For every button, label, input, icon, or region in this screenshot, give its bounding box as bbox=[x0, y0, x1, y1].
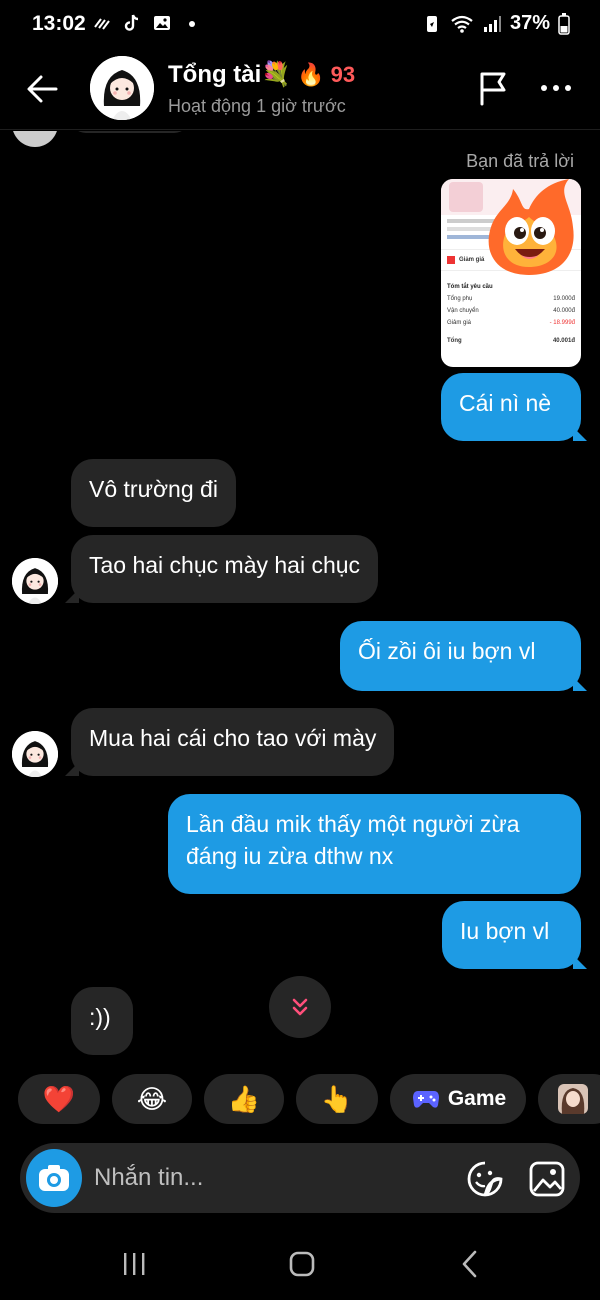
game-label: Game bbox=[447, 1087, 507, 1110]
flag-icon bbox=[480, 72, 506, 106]
arrow-left-icon bbox=[27, 75, 58, 103]
more-dots-icon bbox=[541, 85, 571, 91]
girl-avatar-icon bbox=[12, 558, 58, 604]
sticker-button[interactable] bbox=[466, 1160, 504, 1198]
reaction-heart-button[interactable]: ❤️ bbox=[18, 1074, 100, 1124]
back-nav-button[interactable] bbox=[450, 1246, 490, 1282]
contact-mini-avatar bbox=[12, 131, 58, 147]
double-chevron-down-icon bbox=[292, 998, 308, 1016]
system-navigation-bar bbox=[0, 1228, 600, 1300]
incoming-message[interactable]: Tao hai chục mày hai chục bbox=[71, 535, 379, 603]
camera-icon bbox=[39, 1165, 69, 1191]
signal-icon bbox=[483, 15, 501, 32]
streak-count: 93 bbox=[330, 61, 356, 87]
status-bar: 13:02 37% bbox=[0, 0, 600, 50]
camera-button[interactable] bbox=[26, 1149, 82, 1207]
contact-mini-avatar[interactable] bbox=[12, 731, 58, 777]
incoming-message[interactable]: Mua hai cái cho tao với mày bbox=[71, 708, 395, 776]
contact-avatar[interactable] bbox=[90, 56, 154, 120]
reaction-laugh-button[interactable]: 😂 bbox=[112, 1074, 192, 1124]
streak-fire-icon: 🔥 bbox=[297, 61, 325, 87]
game-button[interactable]: Game bbox=[390, 1074, 526, 1124]
chevron-left-icon bbox=[462, 1250, 477, 1278]
battery-percentage: 37% bbox=[509, 12, 550, 34]
status-notification-icons bbox=[92, 12, 202, 34]
home-button[interactable] bbox=[282, 1246, 322, 1282]
recent-apps-button[interactable] bbox=[114, 1246, 154, 1282]
girl-avatar-icon bbox=[90, 56, 154, 120]
preview-row: Tổng phụ 19.000đ bbox=[447, 296, 575, 302]
message-composer bbox=[20, 1143, 580, 1213]
outgoing-message[interactable]: Iu bợn vl bbox=[442, 901, 581, 969]
fire-mascot-sticker-icon bbox=[488, 179, 574, 275]
gallery-notification-icon bbox=[154, 16, 170, 30]
gamepad-icon bbox=[412, 1091, 439, 1108]
incoming-message[interactable]: :)) bbox=[71, 987, 133, 1055]
message-list[interactable]: Bạn đã trả lời Giảm giá Tóm tắt yêu cầu … bbox=[0, 131, 600, 1066]
girl-sticker-icon bbox=[558, 1084, 588, 1114]
contact-mini-avatar[interactable] bbox=[12, 558, 58, 604]
outgoing-message[interactable]: Lần đầu mik thấy một người zừa đáng iu z… bbox=[168, 794, 581, 894]
recent-apps-icon bbox=[124, 1253, 145, 1275]
preview-summary-title: Tóm tắt yêu cầu bbox=[447, 284, 493, 290]
tiktok-icon bbox=[124, 14, 139, 31]
replied-image-preview[interactable]: Giảm giá Tóm tắt yêu cầu Tổng phụ 19.000đ… bbox=[441, 179, 581, 367]
incoming-message[interactable]: Vô trường đi bbox=[71, 459, 236, 527]
sticker-suggestion-button[interactable] bbox=[538, 1074, 600, 1124]
reaction-point-up-button[interactable]: 👆 bbox=[296, 1074, 378, 1124]
girl-avatar-icon bbox=[12, 731, 58, 777]
status-time: 13:02 bbox=[32, 12, 86, 35]
cut-off-message-bubble bbox=[70, 131, 190, 133]
dot-icon bbox=[189, 21, 195, 27]
battery-icon bbox=[558, 12, 570, 35]
more-options-button[interactable] bbox=[536, 68, 576, 108]
preview-row: Vận chuyển 40.000đ bbox=[447, 308, 575, 314]
preview-row: Tổng 40.001đ bbox=[447, 338, 575, 344]
gallery-icon bbox=[529, 1161, 565, 1197]
replied-label: Bạn đã trả lời bbox=[466, 151, 574, 171]
report-button[interactable] bbox=[474, 68, 514, 108]
battery-saver-icon bbox=[426, 15, 437, 32]
message-input[interactable] bbox=[94, 1157, 434, 1199]
outgoing-message[interactable]: Cái nì nè bbox=[441, 373, 581, 441]
home-icon bbox=[289, 1251, 315, 1277]
contact-name: Tổng tài💐 bbox=[168, 61, 292, 88]
chat-header: Tổng tài💐 🔥 93 Hoạt động 1 giờ trước bbox=[0, 50, 600, 130]
gallery-button[interactable] bbox=[528, 1160, 566, 1198]
activity-status: Hoạt động 1 giờ trước bbox=[168, 96, 346, 116]
outgoing-message[interactable]: Ối zồi ôi iu bợn vl bbox=[340, 621, 581, 691]
sticker-icon bbox=[467, 1161, 503, 1197]
data-saver-icon bbox=[94, 18, 110, 30]
preview-row: Giảm giá - 18.999đ bbox=[447, 320, 575, 326]
reaction-thumbs-up-button[interactable]: 👍 bbox=[204, 1074, 284, 1124]
status-system-icons: 37% bbox=[422, 12, 570, 35]
wifi-icon bbox=[451, 15, 473, 33]
scroll-to-bottom-button[interactable] bbox=[269, 976, 331, 1038]
back-button[interactable] bbox=[22, 68, 64, 110]
quick-reactions-bar: ❤️ 😂 👍 👆 Game bbox=[18, 1074, 600, 1126]
contact-name-row[interactable]: Tổng tài💐 🔥 93 bbox=[168, 60, 355, 89]
